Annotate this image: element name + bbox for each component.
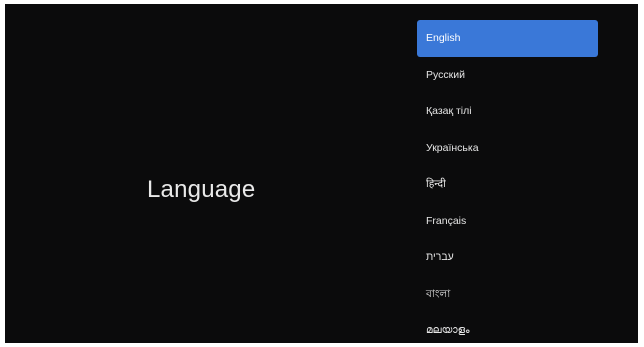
page-title: Language: [147, 176, 256, 203]
language-option-kazakh[interactable]: Қазақ тілі: [417, 93, 598, 130]
language-list: English Русский Қазақ тілі Українська हि…: [417, 20, 598, 343]
language-settings-screen: Language English Русский Қазақ тілі Укра…: [5, 4, 638, 343]
language-option-french[interactable]: Français: [417, 203, 598, 240]
language-option-hebrew[interactable]: עברית: [417, 239, 598, 276]
language-option-ukrainian[interactable]: Українська: [417, 130, 598, 167]
language-option-bengali[interactable]: বাংলা: [417, 276, 598, 313]
language-option-malayalam[interactable]: മലയാളം: [417, 312, 598, 343]
language-option-hindi[interactable]: हिन्दी: [417, 166, 598, 203]
language-option-english[interactable]: English: [417, 20, 598, 57]
language-option-russian[interactable]: Русский: [417, 57, 598, 94]
